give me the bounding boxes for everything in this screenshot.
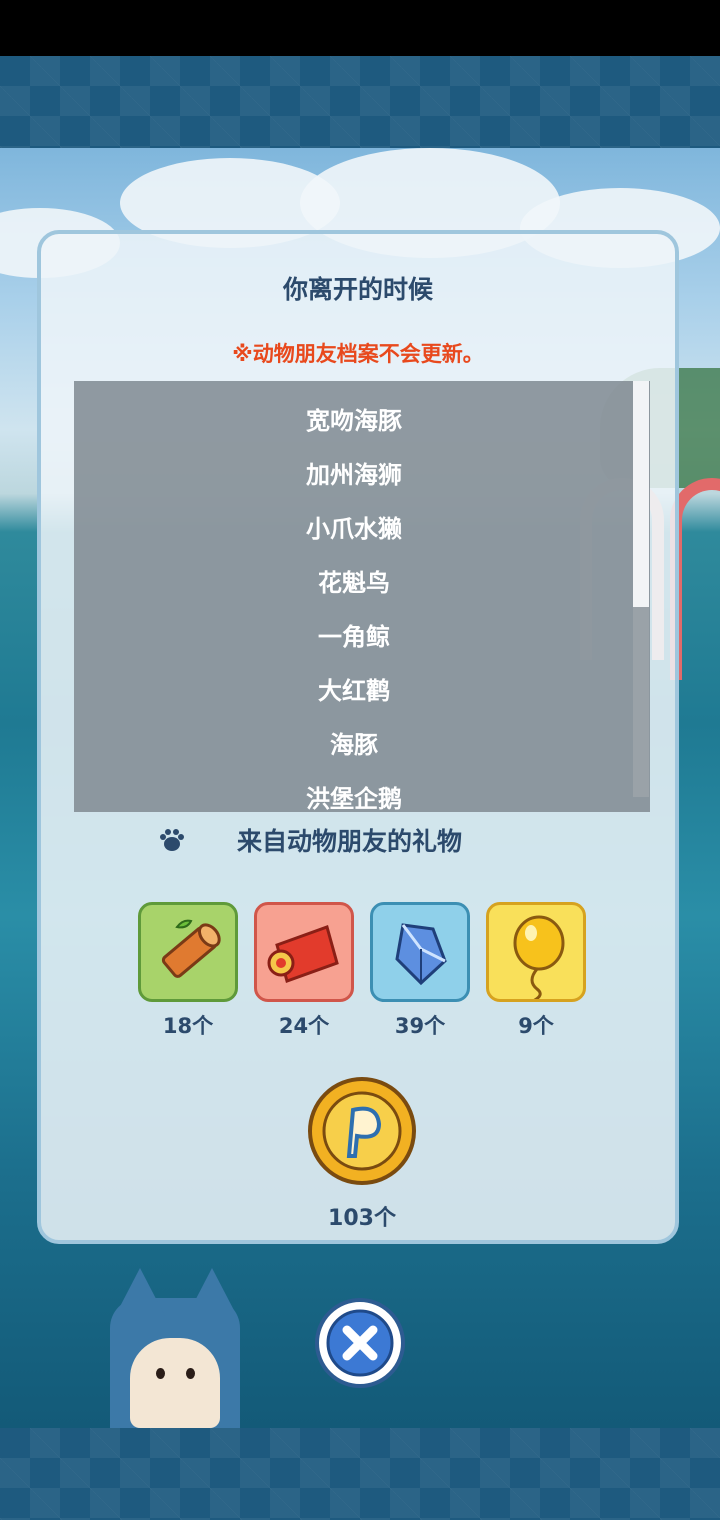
gift-item-crystal: 39个 xyxy=(370,902,470,1038)
list-item: 花魁鸟 xyxy=(318,569,390,597)
coin-count: 103个 xyxy=(328,1206,396,1231)
top-pattern-band xyxy=(0,56,720,148)
gift-section-title: 来自动物朋友的礼物 xyxy=(237,827,463,856)
paw-icon xyxy=(160,829,184,851)
list-item: 宽吻海豚 xyxy=(306,407,402,435)
list-item: 海豚 xyxy=(330,731,378,759)
gift-count: 18个 xyxy=(162,1014,214,1038)
gift-item-balloon: 9个 xyxy=(486,902,586,1038)
list-item: 一角鲸 xyxy=(318,623,390,651)
coin-reward: 103个 xyxy=(307,1076,417,1231)
list-item: 加州海狮 xyxy=(306,461,402,489)
status-bar xyxy=(0,0,720,56)
dialog-title: 你离开的时候 xyxy=(282,275,433,304)
log-icon xyxy=(138,902,238,1002)
close-icon xyxy=(326,1309,394,1377)
gift-count: 9个 xyxy=(518,1014,554,1038)
list-item: 小爪水獭 xyxy=(306,515,402,543)
away-report-dialog: 你离开的时候 ※动物朋友档案不会更新。 宽吻海豚 加州海狮 小爪水獭 花魁鸟 一… xyxy=(37,230,679,1244)
mascot-character xyxy=(110,1268,240,1428)
gift-header: 来自动物朋友的礼物 xyxy=(41,820,675,860)
balloon-icon xyxy=(486,902,586,1003)
close-button[interactable] xyxy=(315,1298,405,1388)
gift-count: 39个 xyxy=(394,1014,446,1038)
gift-item-cloth: 24个 xyxy=(254,902,354,1038)
list-item: 大红鹳 xyxy=(318,677,390,705)
gift-item-log: 18个 xyxy=(138,902,238,1038)
list-item: 洪堡企鹅 xyxy=(306,785,402,812)
red-cloth-icon xyxy=(254,902,354,1002)
pavilion-coin-icon xyxy=(308,1077,416,1185)
gift-count: 24个 xyxy=(278,1014,330,1038)
crystal-icon xyxy=(370,902,470,1002)
animal-list[interactable]: 宽吻海豚 加州海狮 小爪水獭 花魁鸟 一角鲸 大红鹳 海豚 洪堡企鹅 xyxy=(74,381,650,812)
bottom-pattern-band xyxy=(0,1428,720,1520)
notice-text: ※动物朋友档案不会更新。 xyxy=(232,342,484,366)
list-scrollbar-thumb[interactable] xyxy=(633,381,649,607)
